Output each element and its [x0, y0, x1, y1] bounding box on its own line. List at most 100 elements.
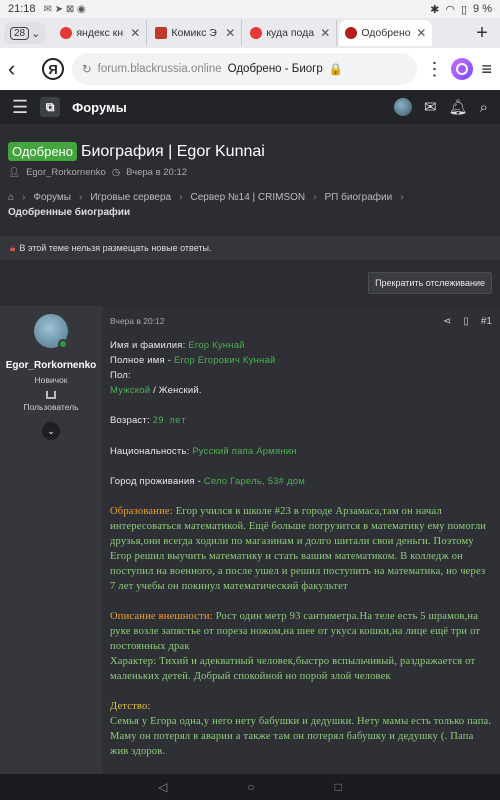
bio-line-name: Имя и фамилия: Егор Куннай: [110, 340, 245, 351]
forum-title[interactable]: Форумы: [72, 100, 127, 115]
bio-appearance: Описание внешности: Рост один метр 93 са…: [110, 611, 481, 652]
field-value: Село Гарель, 53# дом: [203, 476, 305, 487]
bio-line-age: Возраст: 29 лет: [110, 415, 187, 426]
field-value: Егор Егорович Куннай: [173, 355, 276, 366]
close-icon[interactable]: ✕: [416, 26, 426, 40]
bio-line-nationality: Национальность: Русский папа Армянин: [110, 446, 297, 457]
status-right: ✱ ◠ ▯ 9 %: [430, 3, 492, 16]
breadcrumb-item[interactable]: Игровые сервера: [90, 192, 171, 203]
post: Egor_Rorkornenko Новичок Пользователь ⌄ …: [0, 306, 500, 774]
post-number[interactable]: #1: [481, 316, 492, 327]
address-bar: ‹ Я ↻ forum.blackrussia.online Одобрено …: [0, 48, 500, 90]
alice-assistant-icon[interactable]: [451, 58, 474, 80]
status-notification-icons: ✉ ➤ ⊠ ◉: [43, 3, 86, 15]
field-value: Мужской: [110, 385, 151, 396]
browser-tab[interactable]: куда пода ✕: [244, 20, 338, 46]
yandex-logo-icon[interactable]: Я: [42, 58, 64, 80]
new-tab-button[interactable]: +: [468, 22, 496, 45]
bio-childhood: Детство: Семья у Егора одна,у него нету б…: [110, 701, 492, 757]
tab-label: куда пода: [266, 27, 315, 39]
more-menu-icon[interactable]: ⋮: [425, 59, 443, 80]
search-icon[interactable]: ⌕: [480, 99, 488, 116]
field-label: Пол: [110, 370, 129, 381]
section-text: Егор учился в школе #23 в городе Арзамас…: [110, 506, 487, 592]
back-arrow-icon[interactable]: ‹: [8, 56, 34, 82]
browser-tab[interactable]: Комикс Э ✕: [149, 20, 243, 46]
close-icon[interactable]: ✕: [320, 26, 330, 40]
bio-line-gender: Мужской / Женский.: [110, 385, 202, 396]
url-path: Одобрено - Биогр: [227, 63, 323, 75]
bell-icon[interactable]: 🔔︎: [449, 98, 468, 116]
chevron-right-icon: ›: [22, 192, 26, 203]
field-value: Женский: [158, 385, 199, 396]
nav-recents-icon[interactable]: □: [335, 780, 342, 794]
section-label: Описание внешности: [110, 611, 210, 622]
post-body: Вчера в 20:12 ⋖ ▯ #1 Имя и фамилия: Егор…: [102, 306, 500, 774]
url-field[interactable]: ↻ forum.blackrussia.online Одобрено - Би…: [72, 53, 418, 85]
chevron-right-icon: ›: [78, 192, 83, 203]
tab-label: Одобрено: [361, 27, 411, 39]
tab-favicon: [345, 27, 358, 39]
field-value: Егор Куннай: [188, 340, 245, 351]
bio-line-city: Город проживания - Село Гарель, 53# дом: [110, 476, 305, 487]
breadcrumb-item[interactable]: Форумы: [33, 192, 71, 203]
field-value: Русский папа Армянин: [192, 446, 297, 457]
thread-meta: 👤︎ Egor_Rorkornenko ◷ Вчера в 20:12: [8, 167, 492, 178]
bio-character: Характер: Тихий и адекватный человек,быс…: [110, 656, 476, 682]
breadcrumb-current[interactable]: Одобренные биографии: [8, 207, 492, 218]
lock-icon: 🔒︎: [10, 242, 16, 254]
online-indicator-icon: [58, 339, 68, 349]
user-avatar[interactable]: [393, 98, 412, 116]
breadcrumb-item[interactable]: Сервер №14 | CRIMSON: [190, 192, 305, 203]
thread-title-row: Одобрено Биография | Egor Kunnai: [8, 142, 492, 161]
thread-actions: Прекратить отслеживание: [0, 260, 500, 306]
tab-switcher-button[interactable]: 28 ⌄: [4, 22, 47, 44]
bookmark-icon[interactable]: ▯: [463, 316, 469, 327]
status-badge: Одобрено: [8, 142, 77, 161]
chevron-down-icon: ⌄: [31, 27, 41, 40]
chevron-right-icon: ›: [179, 192, 183, 203]
page-title: Биография | Egor Kunnai: [80, 142, 265, 160]
share-icon[interactable]: ⋖: [443, 316, 451, 327]
thread-date[interactable]: Вчера в 20:12: [126, 167, 187, 178]
thread-author[interactable]: Egor_Rorkornenko: [26, 167, 106, 178]
close-icon[interactable]: ✕: [225, 26, 235, 40]
post-header: Вчера в 20:12 ⋖ ▯ #1: [110, 314, 492, 328]
close-icon[interactable]: ✕: [130, 26, 140, 40]
field-label: Имя и фамилия: [110, 340, 183, 351]
expand-chevron-icon[interactable]: ⌄: [42, 422, 60, 440]
mail-icon[interactable]: ✉: [424, 98, 437, 116]
hamburger-icon[interactable]: ☰: [12, 97, 28, 118]
tab-favicon: [250, 27, 263, 39]
field-value: 29 лет: [152, 416, 187, 426]
status-bar: 21:18 ✉ ➤ ⊠ ◉ ✱ ◠ ▯ 9 %: [0, 0, 500, 18]
browser-tab-active[interactable]: Одобрено ✕: [339, 20, 433, 46]
bio-education: Образование: Егор учился в школе #23 в г…: [110, 506, 487, 592]
user-role: Пользователь: [23, 402, 79, 412]
post-date[interactable]: Вчера в 20:12: [110, 316, 165, 326]
post-author-panel: Egor_Rorkornenko Новичок Пользователь ⌄: [0, 306, 102, 774]
post-actions: ⋖ ▯ #1: [443, 316, 492, 327]
section-label: Детство: [110, 701, 148, 712]
reload-icon[interactable]: ↻: [82, 62, 92, 76]
post-author-name[interactable]: Egor_Rorkornenko: [0, 360, 102, 371]
browser-tab[interactable]: яндекс кн ✕: [54, 20, 148, 46]
breadcrumb-item[interactable]: РП биографии: [325, 192, 393, 203]
tab-label: яндекс кн: [76, 27, 124, 39]
wifi-icon: ◠: [445, 3, 455, 16]
nav-home-icon[interactable]: ○: [247, 780, 254, 794]
home-icon[interactable]: ⌂: [8, 192, 14, 203]
nav-back-icon[interactable]: ◁: [158, 780, 167, 794]
tab-favicon: [60, 27, 73, 39]
battery-level: 9 %: [473, 3, 492, 15]
unwatch-button[interactable]: Прекратить отслеживание: [368, 272, 492, 294]
forum-header: ☰ ⧉ Форумы ✉ 🔔︎ ⌕: [0, 90, 500, 124]
forum-logo-icon[interactable]: ⧉: [40, 97, 61, 117]
field-label: Возраст: [110, 415, 147, 426]
post-content: Имя и фамилия: Егор Куннай Полное имя - …: [110, 338, 492, 759]
url-domain: forum.blackrussia.online: [97, 63, 222, 75]
bluetooth-icon: ✱: [430, 3, 440, 16]
avatar[interactable]: [34, 314, 68, 349]
status-time: 21:18: [8, 3, 36, 15]
browser-menu-icon[interactable]: ≡: [481, 59, 492, 80]
